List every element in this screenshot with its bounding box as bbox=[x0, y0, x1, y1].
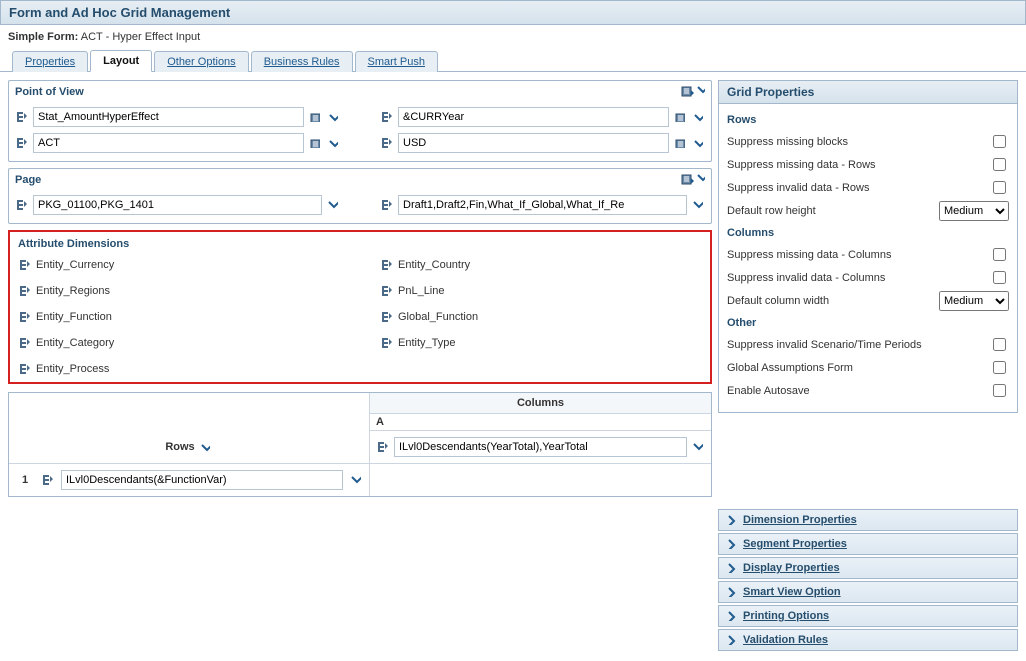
attr-entity-category[interactable]: Entity_Category bbox=[18, 336, 340, 350]
prop-suppress-invalid-rows: Suppress invalid data - Rows bbox=[727, 182, 869, 194]
tree-icon bbox=[15, 110, 29, 124]
chevron-down-icon[interactable] bbox=[691, 440, 705, 454]
chk-suppress-missing-rows[interactable] bbox=[993, 158, 1006, 171]
rows-dropdown-icon[interactable] bbox=[199, 440, 213, 454]
columns-header: Columns bbox=[369, 393, 711, 414]
other-section-title: Other bbox=[727, 317, 1009, 329]
chevron-down-icon[interactable] bbox=[349, 473, 363, 487]
pov-picker-icon[interactable] bbox=[673, 136, 687, 150]
select-default-row-height[interactable]: Medium bbox=[939, 201, 1009, 221]
prop-suppress-invalid-scenario: Suppress invalid Scenario/Time Periods bbox=[727, 339, 922, 351]
tree-icon bbox=[380, 110, 394, 124]
tree-icon bbox=[376, 440, 390, 454]
subheader-label: Simple Form: bbox=[8, 31, 78, 43]
rows-columns-layout: Columns A Rows 1 bbox=[8, 392, 712, 497]
subheader-value: ACT - Hyper Effect Input bbox=[81, 31, 200, 43]
attr-entity-currency[interactable]: Entity_Currency bbox=[18, 258, 340, 272]
pov-picker-icon[interactable] bbox=[308, 136, 322, 150]
column-a-header: A bbox=[369, 414, 711, 431]
pov-panel: Point of View bbox=[8, 80, 712, 162]
page-settings-icon[interactable] bbox=[681, 173, 705, 187]
chevron-down-icon[interactable] bbox=[691, 110, 705, 124]
attribute-dimensions-panel: Attribute Dimensions Entity_Currency Ent… bbox=[8, 230, 712, 384]
select-default-col-width[interactable]: Medium bbox=[939, 291, 1009, 311]
tree-icon bbox=[15, 198, 29, 212]
tree-icon bbox=[380, 198, 394, 212]
tab-other-options[interactable]: Other Options bbox=[154, 51, 248, 72]
pov-settings-icon[interactable] bbox=[681, 85, 705, 99]
pov-input-curryear[interactable] bbox=[398, 107, 669, 127]
rows-header: Rows bbox=[165, 441, 194, 453]
pov-picker-icon[interactable] bbox=[308, 110, 322, 124]
page-title-bar: Form and Ad Hoc Grid Management bbox=[0, 0, 1026, 25]
tab-layout[interactable]: Layout bbox=[90, 50, 152, 72]
prop-global-assumptions: Global Assumptions Form bbox=[727, 362, 853, 374]
accordion-smart-view-option[interactable]: Smart View Option bbox=[718, 581, 1018, 603]
rows-section-title: Rows bbox=[727, 114, 1009, 126]
pov-picker-icon[interactable] bbox=[673, 110, 687, 124]
chk-suppress-missing-cols[interactable] bbox=[993, 248, 1006, 261]
attr-pnl-line[interactable]: PnL_Line bbox=[380, 284, 702, 298]
tab-properties[interactable]: Properties bbox=[12, 51, 88, 72]
chk-enable-autosave[interactable] bbox=[993, 384, 1006, 397]
pov-input-usd[interactable] bbox=[398, 133, 669, 153]
chk-suppress-invalid-rows[interactable] bbox=[993, 181, 1006, 194]
form-subheader: Simple Form: ACT - Hyper Effect Input bbox=[0, 25, 1026, 49]
pov-input-stat-amount[interactable] bbox=[33, 107, 304, 127]
attr-entity-type[interactable]: Entity_Type bbox=[380, 336, 702, 350]
chevron-down-icon[interactable] bbox=[326, 198, 340, 212]
accordion-display-properties[interactable]: Display Properties bbox=[718, 557, 1018, 579]
row-number: 1 bbox=[15, 474, 35, 486]
column-a-member-input[interactable] bbox=[394, 437, 687, 457]
attr-global-function[interactable]: Global_Function bbox=[380, 310, 702, 324]
tab-bar: Properties Layout Other Options Business… bbox=[0, 49, 1026, 72]
page-panel: Page bbox=[8, 168, 712, 224]
chk-suppress-invalid-cols[interactable] bbox=[993, 271, 1006, 284]
chevron-down-icon[interactable] bbox=[326, 110, 340, 124]
page-title: Form and Ad Hoc Grid Management bbox=[9, 5, 230, 20]
cols-section-title: Columns bbox=[727, 227, 1009, 239]
prop-default-row-height: Default row height bbox=[727, 205, 816, 217]
prop-enable-autosave: Enable Autosave bbox=[727, 385, 810, 397]
tab-smart-push[interactable]: Smart Push bbox=[355, 51, 438, 72]
chevron-down-icon[interactable] bbox=[326, 136, 340, 150]
prop-suppress-missing-rows: Suppress missing data - Rows bbox=[727, 159, 876, 171]
page-input-pkg[interactable] bbox=[33, 195, 322, 215]
tree-icon bbox=[380, 136, 394, 150]
prop-default-col-width: Default column width bbox=[727, 295, 829, 307]
chevron-down-icon[interactable] bbox=[691, 198, 705, 212]
attr-entity-process[interactable]: Entity_Process bbox=[18, 362, 340, 376]
accordion-dimension-properties[interactable]: Dimension Properties bbox=[718, 509, 1018, 531]
chk-suppress-missing-blocks[interactable] bbox=[993, 135, 1006, 148]
tree-icon bbox=[41, 473, 55, 487]
page-input-drafts[interactable] bbox=[398, 195, 687, 215]
prop-suppress-missing-blocks: Suppress missing blocks bbox=[727, 136, 848, 148]
prop-suppress-missing-cols: Suppress missing data - Columns bbox=[727, 249, 891, 261]
grid-properties-body: Rows Suppress missing blocks Suppress mi… bbox=[718, 104, 1018, 413]
pov-input-act[interactable] bbox=[33, 133, 304, 153]
grid-properties-header: Grid Properties bbox=[718, 80, 1018, 104]
attr-entity-country[interactable]: Entity_Country bbox=[380, 258, 702, 272]
accordion-printing-options[interactable]: Printing Options bbox=[718, 605, 1018, 627]
attr-entity-regions[interactable]: Entity_Regions bbox=[18, 284, 340, 298]
tab-business-rules[interactable]: Business Rules bbox=[251, 51, 353, 72]
chk-global-assumptions[interactable] bbox=[993, 361, 1006, 374]
accordion-segment-properties[interactable]: Segment Properties bbox=[718, 533, 1018, 555]
chk-suppress-invalid-scenario[interactable] bbox=[993, 338, 1006, 351]
prop-suppress-invalid-cols: Suppress invalid data - Columns bbox=[727, 272, 885, 284]
pov-title: Point of View bbox=[15, 86, 84, 98]
page-panel-title: Page bbox=[15, 174, 41, 186]
attribute-dimensions-title: Attribute Dimensions bbox=[18, 238, 702, 250]
attr-entity-function[interactable]: Entity_Function bbox=[18, 310, 340, 324]
row-1-member-input[interactable] bbox=[61, 470, 343, 490]
chevron-down-icon[interactable] bbox=[691, 136, 705, 150]
tree-icon bbox=[15, 136, 29, 150]
